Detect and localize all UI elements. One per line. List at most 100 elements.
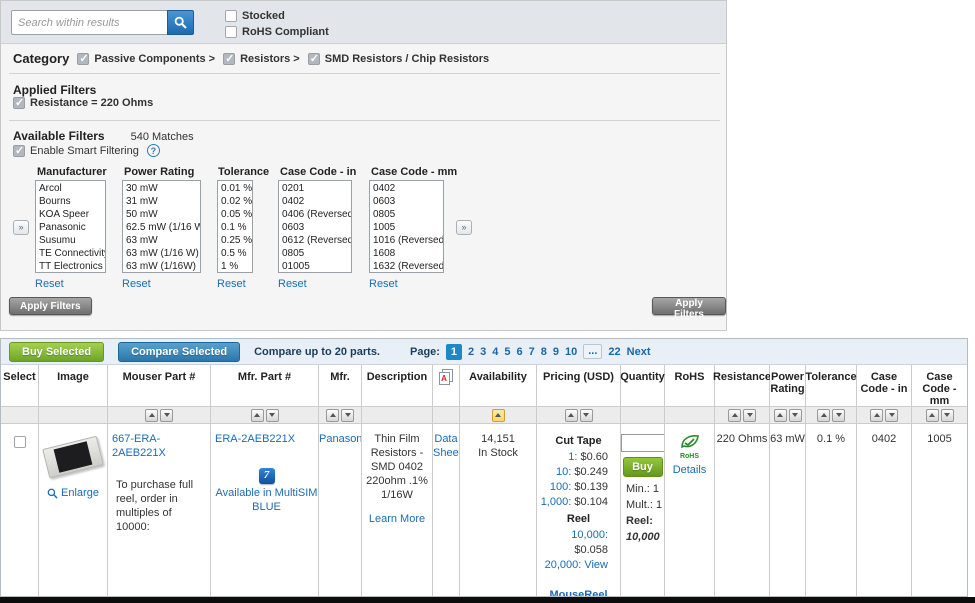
sort-asc-button[interactable]: [326, 409, 339, 422]
price-break-qty[interactable]: 1:: [568, 451, 577, 463]
enlarge-link[interactable]: Enlarge: [61, 486, 99, 500]
price-break-qty[interactable]: 10:: [556, 466, 571, 478]
multisim-available-link[interactable]: Available in MultiSIM BLUE: [216, 487, 318, 513]
filter-option[interactable]: 0805: [279, 247, 351, 260]
filter-option[interactable]: 0406 (Reversed): [279, 208, 351, 221]
filter-option[interactable]: 0.05 %: [218, 208, 252, 221]
sort-desc-button[interactable]: [266, 409, 279, 422]
filter-option[interactable]: TT Electronics: [36, 260, 105, 273]
category-label-passive[interactable]: Passive Components >: [94, 53, 215, 65]
filter-option[interactable]: 0402: [370, 182, 443, 195]
category-checkbox-smd[interactable]: [308, 53, 320, 65]
price-break-qty[interactable]: 20,000:: [545, 559, 582, 571]
filter-option[interactable]: 0201: [279, 182, 351, 195]
compare-selected-button[interactable]: Compare Selected: [118, 342, 240, 362]
sort-asc-button[interactable]: [251, 409, 264, 422]
filter-option[interactable]: 0612 (Reversed): [279, 234, 351, 247]
quantity-input[interactable]: [621, 434, 665, 452]
sort-asc-button[interactable]: [145, 409, 158, 422]
mouser-part-link[interactable]: 667-ERA-2AEB221X: [112, 433, 166, 459]
stocked-checkbox[interactable]: [225, 10, 237, 22]
filter-option[interactable]: 1016 (Reversed): [370, 234, 443, 247]
category-label-smd[interactable]: SMD Resistors / Chip Resistors: [325, 53, 489, 65]
filter-option[interactable]: 0.02 %: [218, 195, 252, 208]
filter-option[interactable]: TE Connectivity: [36, 247, 105, 260]
filter-option[interactable]: 50 mW: [123, 208, 200, 221]
page-6[interactable]: 6: [516, 346, 522, 358]
filter-option[interactable]: 1005: [370, 221, 443, 234]
filter-option[interactable]: 62.5 mW (1/16 W): [123, 221, 200, 234]
sort-asc-button[interactable]: [870, 409, 883, 422]
sort-desc-button[interactable]: [885, 409, 898, 422]
sort-asc-button[interactable]: [728, 409, 741, 422]
page-9[interactable]: 9: [553, 346, 559, 358]
filter-option[interactable]: Bourns: [36, 195, 105, 208]
filter-list-manufacturer[interactable]: Arcol Bourns KOA Speer Panasonic Susumu …: [35, 180, 106, 273]
filter-option[interactable]: 1 %: [218, 260, 252, 273]
filter-option[interactable]: 1608: [370, 247, 443, 260]
multisim-blue-icon[interactable]: 7: [259, 468, 275, 484]
filter-option[interactable]: 63 mW (1/16 W): [123, 247, 200, 260]
filter-option[interactable]: 63 mW: [123, 234, 200, 247]
price-break-qty[interactable]: 10,000:: [571, 529, 608, 541]
sort-desc-button[interactable]: [743, 409, 756, 422]
filter-option[interactable]: 0.01 %: [218, 182, 252, 195]
learn-more-link[interactable]: Learn More: [365, 512, 429, 526]
filter-option[interactable]: 0603: [370, 195, 443, 208]
category-checkbox-passive[interactable]: [77, 53, 89, 65]
sort-asc-button[interactable]: [926, 409, 939, 422]
filter-option[interactable]: 0603: [279, 221, 351, 234]
page-22[interactable]: 22: [608, 346, 620, 358]
reset-link-tolerance[interactable]: Reset: [217, 278, 246, 290]
price-view-link[interactable]: View: [584, 559, 608, 571]
price-break-qty[interactable]: 1,000:: [541, 496, 572, 508]
filter-list-case-code-in[interactable]: 0201 0402 0406 (Reversed) 0603 0612 (Rev…: [278, 180, 352, 273]
filter-option[interactable]: Arcol: [36, 182, 105, 195]
search-input[interactable]: [11, 10, 167, 35]
filter-option[interactable]: 31 mW: [123, 195, 200, 208]
filter-option[interactable]: 0.5 %: [218, 247, 252, 260]
page-3[interactable]: 3: [480, 346, 486, 358]
filter-option[interactable]: 30 mW: [123, 182, 200, 195]
data-sheet-link[interactable]: Data Sheet: [433, 433, 460, 459]
filter-option[interactable]: 0.25 %: [218, 234, 252, 247]
part-image[interactable]: [42, 436, 104, 479]
applied-filter-checkbox[interactable]: [13, 97, 25, 109]
search-button[interactable]: [167, 10, 194, 35]
filter-option[interactable]: KOA Speer: [36, 208, 105, 221]
apply-filters-button-left[interactable]: Apply Filters: [9, 297, 92, 315]
rohs-details-link[interactable]: Details: [673, 464, 707, 476]
sort-desc-button[interactable]: [789, 409, 802, 422]
filter-option[interactable]: 0402: [279, 195, 351, 208]
filter-option[interactable]: 01005: [279, 260, 351, 273]
reset-link-power-rating[interactable]: Reset: [122, 278, 151, 290]
sort-desc-button[interactable]: [941, 409, 954, 422]
help-icon[interactable]: ?: [147, 144, 160, 157]
sort-asc-button-active[interactable]: [492, 409, 505, 422]
filter-option[interactable]: 63 mW (1/16W): [123, 260, 200, 273]
filter-option[interactable]: 1632 (Reversed): [370, 260, 443, 273]
page-4[interactable]: 4: [492, 346, 498, 358]
category-checkbox-resistors[interactable]: [223, 53, 235, 65]
filter-list-case-code-mm[interactable]: 0402 0603 0805 1005 1016 (Reversed) 1608…: [369, 180, 444, 273]
filter-option[interactable]: Panasonic: [36, 221, 105, 234]
mfr-part-link[interactable]: ERA-2AEB221X: [215, 433, 295, 445]
sort-desc-button[interactable]: [160, 409, 173, 422]
sort-desc-button[interactable]: [341, 409, 354, 422]
sort-desc-button[interactable]: [832, 409, 845, 422]
buy-button[interactable]: Buy: [623, 457, 663, 477]
category-label-resistors[interactable]: Resistors >: [240, 53, 300, 65]
sort-asc-button[interactable]: [817, 409, 830, 422]
row-select-checkbox[interactable]: [14, 436, 26, 448]
apply-filters-button-right[interactable]: Apply Filters: [652, 297, 726, 315]
page-2[interactable]: 2: [468, 346, 474, 358]
sort-desc-button[interactable]: [580, 409, 593, 422]
mousereel-link[interactable]: MouseReel Available: [537, 589, 620, 596]
next-page-link[interactable]: Next: [627, 346, 651, 358]
page-8[interactable]: 8: [541, 346, 547, 358]
smart-filtering-checkbox[interactable]: [13, 145, 25, 157]
rohs-compliant-checkbox[interactable]: [225, 26, 237, 38]
manufacturer-link[interactable]: Panasonic: [319, 433, 362, 445]
buy-selected-button[interactable]: Buy Selected: [9, 342, 104, 362]
page-5[interactable]: 5: [504, 346, 510, 358]
